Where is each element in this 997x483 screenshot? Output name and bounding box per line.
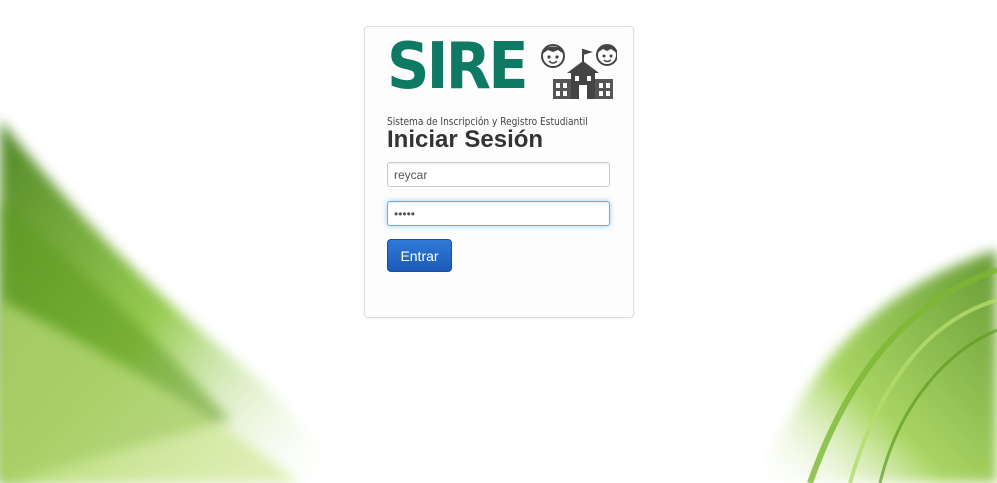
- username-input[interactable]: [387, 162, 610, 187]
- login-button[interactable]: Entrar: [387, 239, 452, 272]
- login-title: Iniciar Sesión: [387, 126, 544, 153]
- sire-logo: SIRE Sistema de Inscripción y Registro E…: [387, 35, 617, 128]
- school-children-icon: [541, 44, 617, 99]
- password-input[interactable]: [387, 201, 610, 226]
- login-card: SIRE Sistema de Inscripción y Registro E…: [364, 26, 634, 318]
- logo-brand-text: SIRE: [387, 30, 529, 104]
